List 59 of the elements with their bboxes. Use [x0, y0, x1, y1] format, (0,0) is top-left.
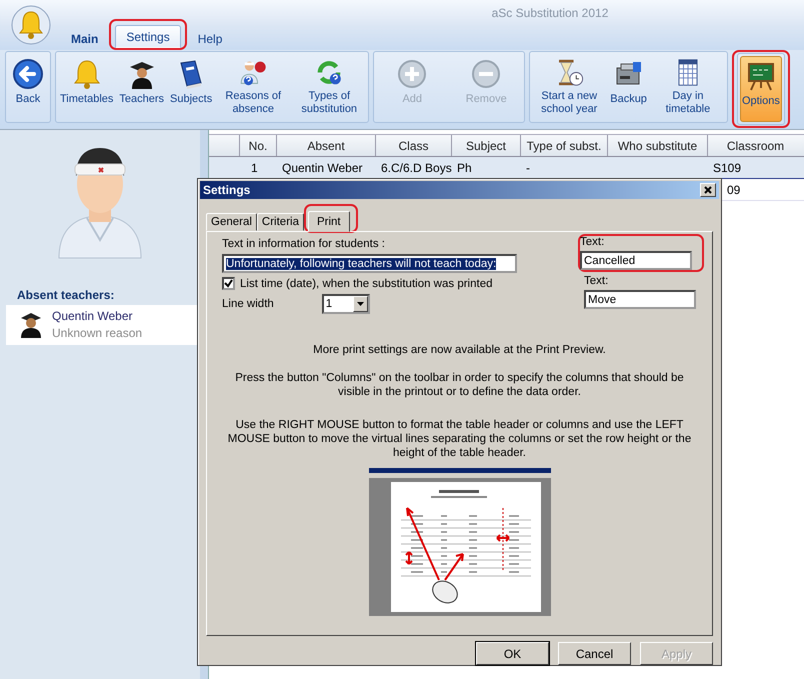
text-field[interactable]: Cancelled — [580, 251, 692, 270]
field-label: Text: — [580, 236, 606, 248]
column-header[interactable]: Subject — [451, 135, 520, 156]
dialog-title: Settings — [203, 183, 250, 197]
window-title: aSc Substitution 2012 — [490, 5, 610, 22]
absent-teacher-item[interactable]: Quentin Weber Unknown reason — [6, 305, 200, 345]
close-button[interactable] — [700, 183, 716, 197]
table-cell-text: - — [525, 160, 531, 174]
ribbon-button[interactable]: Timetables — [58, 54, 116, 120]
table-cell-text: 09 — [726, 182, 742, 196]
ribbon-button[interactable]: Day in timetable — [650, 54, 725, 120]
dialog-tab[interactable]: General — [206, 213, 257, 231]
info-paragraph: Use the RIGHT MOUSE button to format the table header or columns and use the LEFT MOUSE button to move the virtual lines separating the columns or set the row height or the height of the table header. — [226, 418, 692, 460]
field-label: Text: — [584, 275, 610, 287]
absent-teachers-heading: Absent teachers: — [17, 288, 116, 302]
column-header[interactable]: No. — [239, 135, 276, 156]
ribbon-button[interactable]: Start a new school year — [532, 54, 606, 120]
table-cell-text: 1 — [250, 160, 259, 174]
table-cell-text: S109 — [712, 160, 742, 174]
ribbon-tab[interactable]: Main — [60, 27, 110, 50]
info-paragraph: Press the button "Columns" on the toolbar in order to specify the columns that should be visible in the printout or to define the data order. — [234, 371, 685, 399]
text-field[interactable]: Unfortunately, following teachers will not teach today: — [222, 254, 517, 273]
minus-icon — [470, 58, 502, 90]
column-header[interactable]: Who substitute — [607, 135, 707, 156]
ribbon-tab[interactable]: Help — [186, 27, 234, 50]
checkbox-label: List time (date), when the substitution was printed — [240, 278, 492, 290]
dialog-button[interactable]: Cancel — [558, 642, 631, 665]
dialog-button[interactable]: OK — [476, 642, 549, 665]
line-width-dropdown[interactable]: 1 — [322, 294, 370, 314]
teacher-name: Quentin Weber — [52, 309, 134, 323]
ribbon-button[interactable]: Types of substitution — [292, 54, 366, 120]
bell-logo-icon — [11, 5, 51, 45]
plus-icon — [396, 58, 428, 90]
dialog-tab[interactable]: Print — [308, 211, 350, 232]
table-cell-text: Ph — [456, 160, 473, 174]
table-cell-text: 6.C/6.D Boys — [380, 160, 451, 174]
ribbon-button[interactable]: Options — [740, 56, 782, 122]
column-header[interactable]: Class — [375, 135, 451, 156]
table-row[interactable]: 1 Quentin Weber 6.C/6.D Boys Ph - S109 — [209, 157, 804, 179]
field-label: Line width — [222, 298, 274, 310]
column-header[interactable]: Type of subst. — [520, 135, 607, 156]
ribbon-button[interactable]: Backup — [608, 54, 649, 120]
dropdown-arrow-icon — [356, 302, 364, 306]
table-cell-text: Quentin Weber — [281, 160, 364, 174]
dialog-tab[interactable]: Criteria — [256, 213, 304, 231]
graduate-icon — [20, 312, 42, 338]
column-header[interactable]: Absent — [276, 135, 375, 156]
column-header[interactable]: Classroom — [707, 135, 803, 156]
ribbon-button[interactable]: Teachers — [117, 54, 166, 120]
checkbox[interactable] — [222, 277, 235, 290]
text-field[interactable]: Move — [584, 290, 696, 309]
close-icon — [704, 186, 712, 194]
check-icon — [224, 279, 233, 288]
info-paragraph: More print settings are now available at the Print Preview. — [312, 343, 607, 357]
absence-reason: Unknown reason — [52, 326, 142, 340]
ribbon-button[interactable]: Reasons of absence — [216, 54, 290, 120]
ribbon-button[interactable]: Subjects — [168, 54, 214, 120]
ribbon-tab[interactable]: Settings — [115, 25, 181, 48]
field-label: Text in information for students : — [222, 238, 386, 250]
